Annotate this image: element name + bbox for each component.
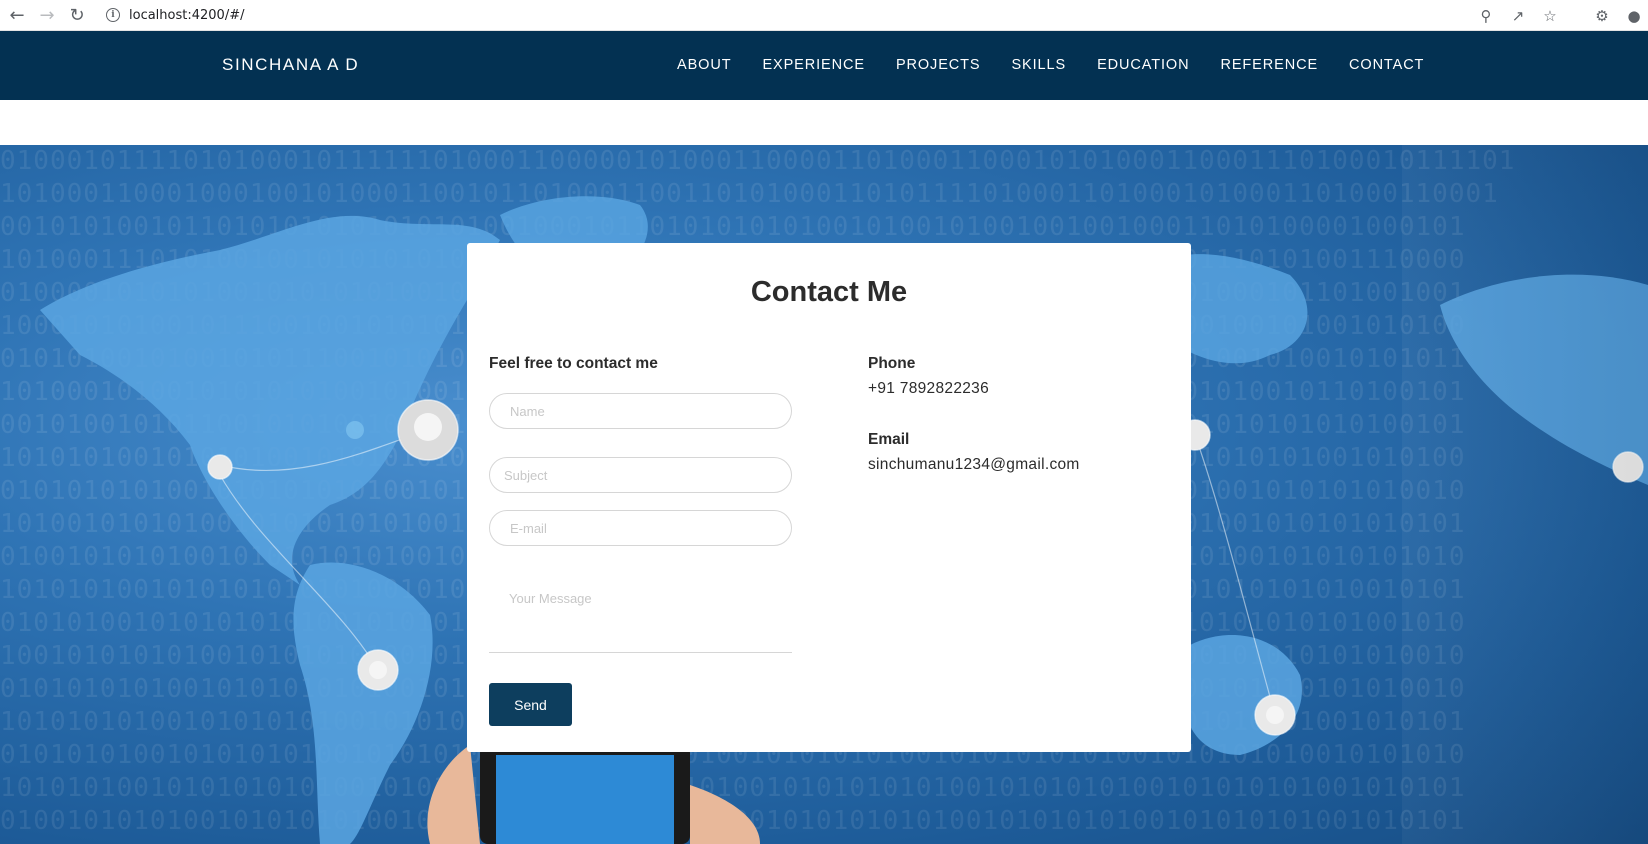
address-bar[interactable]: i localhost:4200/#/	[106, 8, 244, 23]
phone-value: +91 7892822236	[868, 380, 990, 397]
forward-arrow-icon[interactable]: →	[32, 2, 62, 28]
phone-label: Phone	[868, 355, 916, 372]
nav-experience[interactable]: EXPERIENCE	[762, 57, 864, 73]
email-label: Email	[868, 431, 910, 448]
subject-input[interactable]	[489, 457, 792, 493]
back-arrow-icon[interactable]: ←	[2, 2, 32, 28]
site-info-icon[interactable]: i	[106, 8, 120, 22]
profile-avatar-icon[interactable]: ●	[1624, 6, 1644, 26]
email-input[interactable]	[489, 510, 792, 546]
reload-icon[interactable]: ↻	[62, 2, 92, 28]
email-value: sinchumanu1234@gmail.com	[868, 456, 1080, 473]
nav-projects[interactable]: PROJECTS	[896, 57, 981, 73]
extensions-puzzle-icon[interactable]: ⚙	[1592, 6, 1612, 26]
contact-card: Contact Me Feel free to contact me Send …	[467, 243, 1191, 752]
site-brand[interactable]: SINCHANA A D	[222, 55, 359, 75]
main-nav: ABOUT EXPERIENCE PROJECTS SKILLS EDUCATI…	[677, 57, 1455, 73]
form-heading: Feel free to contact me	[489, 355, 658, 372]
site-header: SINCHANA A D ABOUT EXPERIENCE PROJECTS S…	[0, 31, 1648, 100]
zoom-icon[interactable]: ⚲	[1476, 6, 1496, 26]
contact-title: Contact Me	[750, 276, 908, 308]
send-button[interactable]: Send	[489, 683, 572, 726]
nav-about[interactable]: ABOUT	[677, 57, 731, 73]
nav-reference[interactable]: REFERENCE	[1220, 57, 1318, 73]
url-text: localhost:4200/#/	[129, 7, 245, 23]
nav-skills[interactable]: SKILLS	[1011, 57, 1066, 73]
message-input[interactable]	[489, 579, 792, 653]
share-icon[interactable]: ↗	[1508, 6, 1528, 26]
header-spacer	[0, 100, 1648, 145]
browser-toolbar: ← → ↻ i localhost:4200/#/ ⚲ ↗ ☆ ⚙ ●	[0, 0, 1648, 31]
bookmark-star-icon[interactable]: ☆	[1540, 6, 1560, 26]
nav-contact[interactable]: CONTACT	[1349, 57, 1424, 73]
nav-education[interactable]: EDUCATION	[1097, 57, 1189, 73]
name-input[interactable]	[489, 393, 792, 429]
